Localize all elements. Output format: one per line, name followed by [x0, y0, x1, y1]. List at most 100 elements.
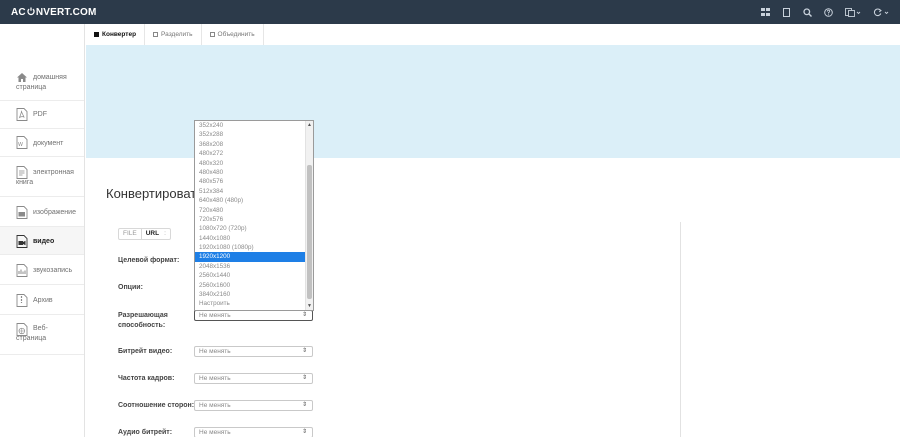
dropdown-option[interactable]: 480x320: [195, 159, 313, 168]
refresh-icon[interactable]: [867, 0, 894, 24]
dropdown-option[interactable]: 640x480 (480p): [195, 196, 313, 205]
frame-rate-select[interactable]: Не менять ⇕: [194, 373, 313, 384]
search-icon[interactable]: [797, 0, 817, 24]
tab-square-icon: [209, 32, 215, 37]
dropdown-option[interactable]: 512x384: [195, 187, 313, 196]
dropdown-option[interactable]: 2048x1536: [195, 262, 313, 271]
dropdown-option[interactable]: Настроить: [195, 299, 313, 308]
select-arrows-icon: ⇕: [301, 312, 307, 318]
sidebar-item-label: домашняя: [33, 74, 67, 81]
sidebar-item-ebook[interactable]: электронная книга: [0, 157, 84, 197]
logo[interactable]: AC NVERT.COM: [11, 7, 97, 18]
tab-label: Конвертер: [102, 31, 137, 38]
pdf-icon: [16, 108, 28, 121]
bookmark-icon[interactable]: [776, 0, 796, 24]
sidebar-item-label: PDF: [33, 111, 47, 118]
sidebar-item-label: Веб-: [33, 325, 48, 332]
dropdown-option[interactable]: 480x480: [195, 168, 313, 177]
image-icon: [16, 206, 28, 219]
dropdown-option[interactable]: 1440x1080: [195, 234, 313, 243]
sidebar-item-video[interactable]: видео: [0, 227, 84, 255]
select-arrows-icon: ⇕: [301, 402, 307, 408]
sidebar-item-label: страница: [16, 335, 47, 342]
dropdown-option[interactable]: 480x272: [195, 149, 313, 158]
tool-tabs: Конвертер Разделить Объединить: [86, 24, 264, 45]
dropdown-option-selected[interactable]: 1920x1200: [195, 252, 313, 262]
dropdown-option[interactable]: 352x240: [195, 121, 313, 130]
dropdown-option[interactable]: 720x480: [195, 206, 313, 215]
sidebar-item-document[interactable]: W документ: [0, 129, 84, 157]
tab-split[interactable]: Разделить: [145, 24, 202, 45]
resolution-dropdown-list[interactable]: 352x240 352x288 368x208 480x272 480x320 …: [194, 120, 314, 311]
sidebar-item-label: звукозапись: [33, 267, 73, 274]
dropdown-option[interactable]: 2560x1440: [195, 271, 313, 280]
sidebar-item-pdf[interactable]: PDF: [0, 101, 84, 129]
dropdown-option[interactable]: 352x288: [195, 130, 313, 139]
sidebar-item-image[interactable]: изображение: [0, 197, 84, 227]
aspect-ratio-select-value: Не менять: [199, 402, 231, 409]
video-bitrate-label: Битрейт видео:: [118, 348, 173, 355]
file-toggle[interactable]: FILE: [119, 229, 141, 239]
sidebar-item-label: видео: [33, 238, 55, 245]
audio-icon: [16, 264, 28, 277]
video-bitrate-select[interactable]: Не менять ⇕: [194, 346, 313, 357]
audio-bitrate-select-value: Не менять: [199, 429, 231, 436]
document-icon: W: [16, 136, 28, 149]
logo-text-end: NVERT.COM: [35, 7, 97, 18]
video-bitrate-select-value: Не менять: [199, 348, 231, 355]
archive-icon: [16, 294, 28, 307]
resolution-select-value: Не менять: [199, 312, 231, 319]
top-bar: AC NVERT.COM: [0, 0, 900, 24]
dropdown-options: 352x240 352x288 368x208 480x272 480x320 …: [195, 121, 313, 309]
logo-text-start: AC: [11, 7, 26, 18]
tab-square-icon: [153, 32, 159, 37]
scroll-down-arrow-icon[interactable]: ▼: [306, 302, 313, 310]
sidebar-item-archive[interactable]: Архив: [0, 285, 84, 315]
dropdown-option[interactable]: 368x208: [195, 140, 313, 149]
page-heading: Конвертировать: [106, 186, 194, 201]
sidebar-item-audio[interactable]: звукозапись: [0, 255, 84, 285]
select-arrows-icon: ⇕: [301, 375, 307, 381]
apps-grid-icon[interactable]: [755, 0, 775, 24]
select-arrows-icon: ⇕: [301, 429, 307, 435]
target-format-label: Целевой формат:: [118, 257, 180, 264]
sidebar-item-label: документ: [33, 140, 64, 147]
resolution-select[interactable]: Не менять ⇕: [194, 310, 313, 321]
audio-bitrate-label: Аудио битрейт:: [118, 429, 173, 436]
aspect-ratio-label: Соотношение сторон:: [118, 402, 195, 409]
tab-square-icon: [94, 32, 99, 37]
tab-converter[interactable]: Конвертер: [86, 24, 146, 45]
sidebar: домашняя страница PDF W документ электро…: [0, 24, 85, 437]
svg-text:W: W: [18, 142, 23, 148]
language-icon[interactable]: [839, 0, 866, 24]
help-icon[interactable]: [818, 0, 838, 24]
sidebar-item-label: книга: [16, 179, 34, 186]
dropdown-option[interactable]: 1920x1080 (1080p): [195, 243, 313, 252]
frame-rate-label: Частота кадров:: [118, 375, 175, 382]
source-toggle: FILE URL :: [118, 228, 171, 240]
tab-merge[interactable]: Объединить: [202, 24, 264, 45]
url-toggle[interactable]: URL: [140, 229, 163, 239]
select-arrows-icon: ⇕: [301, 348, 307, 354]
scrollbar-thumb[interactable]: [307, 165, 312, 299]
aspect-ratio-select[interactable]: Не менять ⇕: [194, 400, 313, 411]
dropdown-option[interactable]: 1080x720 (720p): [195, 224, 313, 233]
resolution-label-line2: способность:: [118, 322, 166, 329]
dropdown-scrollbar[interactable]: ▲ ▼: [305, 121, 313, 310]
toggle-separator: :: [164, 230, 166, 237]
sidebar-item-label: Архив: [33, 297, 53, 304]
sidebar-item-label: изображение: [33, 209, 76, 216]
dropdown-option[interactable]: 480x576: [195, 177, 313, 186]
video-icon: [16, 235, 28, 248]
dropdown-option[interactable]: 720x576: [195, 215, 313, 224]
sidebar-item-home[interactable]: домашняя страница: [0, 58, 84, 101]
frame-rate-select-value: Не менять: [199, 375, 231, 382]
tab-label: Разделить: [161, 31, 193, 38]
dropdown-option[interactable]: 3840x2160: [195, 290, 313, 299]
dropdown-option[interactable]: 2560x1600: [195, 281, 313, 290]
scroll-up-arrow-icon[interactable]: ▲: [306, 121, 313, 129]
sidebar-item-webpage[interactable]: Веб- страница: [0, 315, 84, 355]
audio-bitrate-select[interactable]: Не менять ⇕: [194, 427, 313, 437]
resolution-label-line1: Разрешающая: [118, 312, 168, 319]
page-heading-container: Конвертировать: [106, 180, 194, 208]
